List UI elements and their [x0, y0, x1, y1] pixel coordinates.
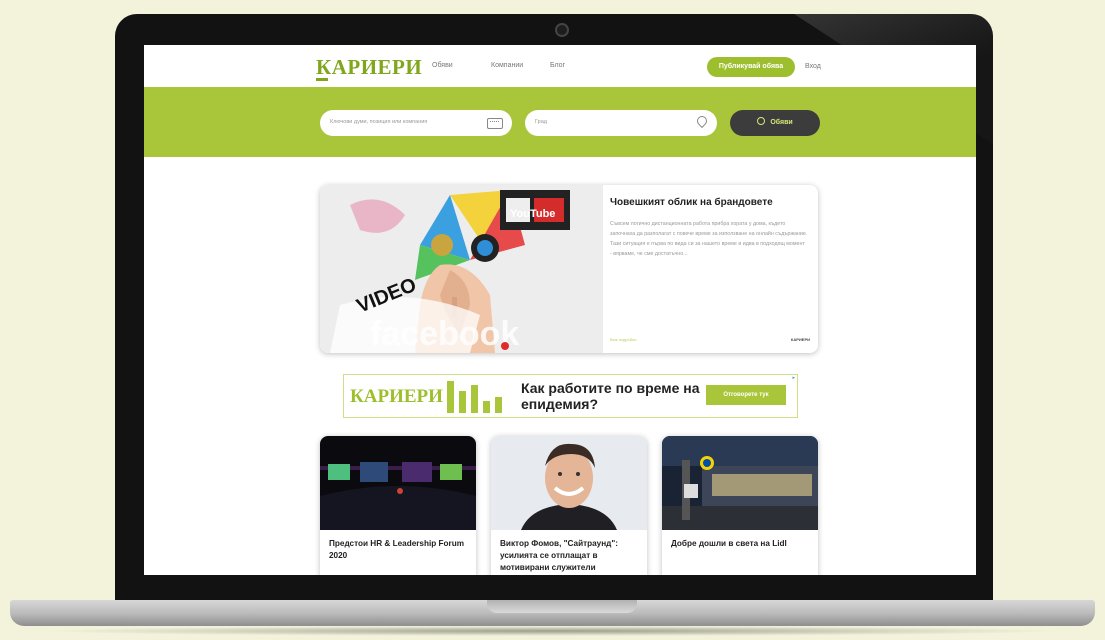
bar-chart-icon [447, 381, 502, 413]
banner-answer-button[interactable]: Отговорете тук [706, 385, 786, 405]
article-title[interactable]: Предстои HR & Leadership Forum 2020 [329, 538, 469, 562]
banner-logo: КАРИЕРИ [350, 386, 443, 407]
location-pin-icon [694, 113, 710, 129]
laptop-shadow [40, 626, 1065, 636]
article-title[interactable]: Виктор Фомов, "Сайтраунд": усилията се о… [500, 538, 640, 574]
article-card[interactable]: Добре дошли в света на Lidl [662, 436, 818, 575]
nav-link-companies[interactable]: Компании [491, 62, 523, 69]
featured-article-meta[interactable]: Виж подробно [610, 337, 637, 342]
featured-article-excerpt: Съвсем логично дистанционната работа при… [610, 221, 808, 257]
site-header: КАРИЕРИ Обяви Компании Блог Публикувай о… [144, 45, 976, 87]
keyboard-icon[interactable] [487, 118, 503, 129]
featured-article-image: VIDEO YouTube facebook [320, 185, 603, 353]
keywords-placeholder: Ключови думи, позиция или компания [330, 119, 428, 125]
featured-article-source: КАРИЕРИ [790, 337, 810, 342]
browser-screen: КАРИЕРИ Обяви Компании Блог Публикувай о… [144, 45, 976, 575]
nav-link-blog[interactable]: Блог [550, 62, 565, 69]
site-logo[interactable]: КАРИЕРИ [316, 55, 422, 81]
article-image-portrait [491, 436, 647, 530]
laptop-opening-notch [487, 600, 637, 613]
image-word-youtube: YouTube [510, 208, 555, 220]
search-icon [757, 117, 766, 125]
city-input[interactable]: Град [525, 110, 717, 136]
article-card[interactable]: Предстои HR & Leadership Forum 2020 [320, 436, 476, 575]
article-title[interactable]: Добре дошли в света на Lidl [671, 538, 811, 550]
article-image-store [662, 436, 818, 530]
survey-ad-banner[interactable]: КАРИЕРИ Как работите по време на епидеми… [343, 374, 798, 418]
keywords-input[interactable]: Ключови думи, позиция или компания [320, 110, 512, 136]
image-word-facebook: facebook [370, 315, 519, 353]
banner-question: Как работите по време на епидемия? [521, 380, 700, 412]
search-button[interactable]: Обяви [730, 110, 820, 136]
login-link[interactable]: Вход [805, 63, 821, 70]
featured-article-card[interactable]: VIDEO YouTube facebook Човешкият облик н… [320, 185, 818, 353]
city-placeholder: Град [535, 119, 547, 125]
ad-choices-icon[interactable]: ▸ [792, 375, 795, 381]
search-button-label: Обяви [770, 119, 793, 126]
featured-article-title[interactable]: Човешкият облик на брандовете [610, 197, 810, 208]
publish-job-button[interactable]: Публикувай обява [707, 57, 795, 77]
webcam-icon [555, 23, 569, 37]
nav-link-jobs[interactable]: Обяви [432, 62, 453, 69]
article-card[interactable]: Виктор Фомов, "Сайтраунд": усилията се о… [491, 436, 647, 575]
article-image-forum [320, 436, 476, 530]
